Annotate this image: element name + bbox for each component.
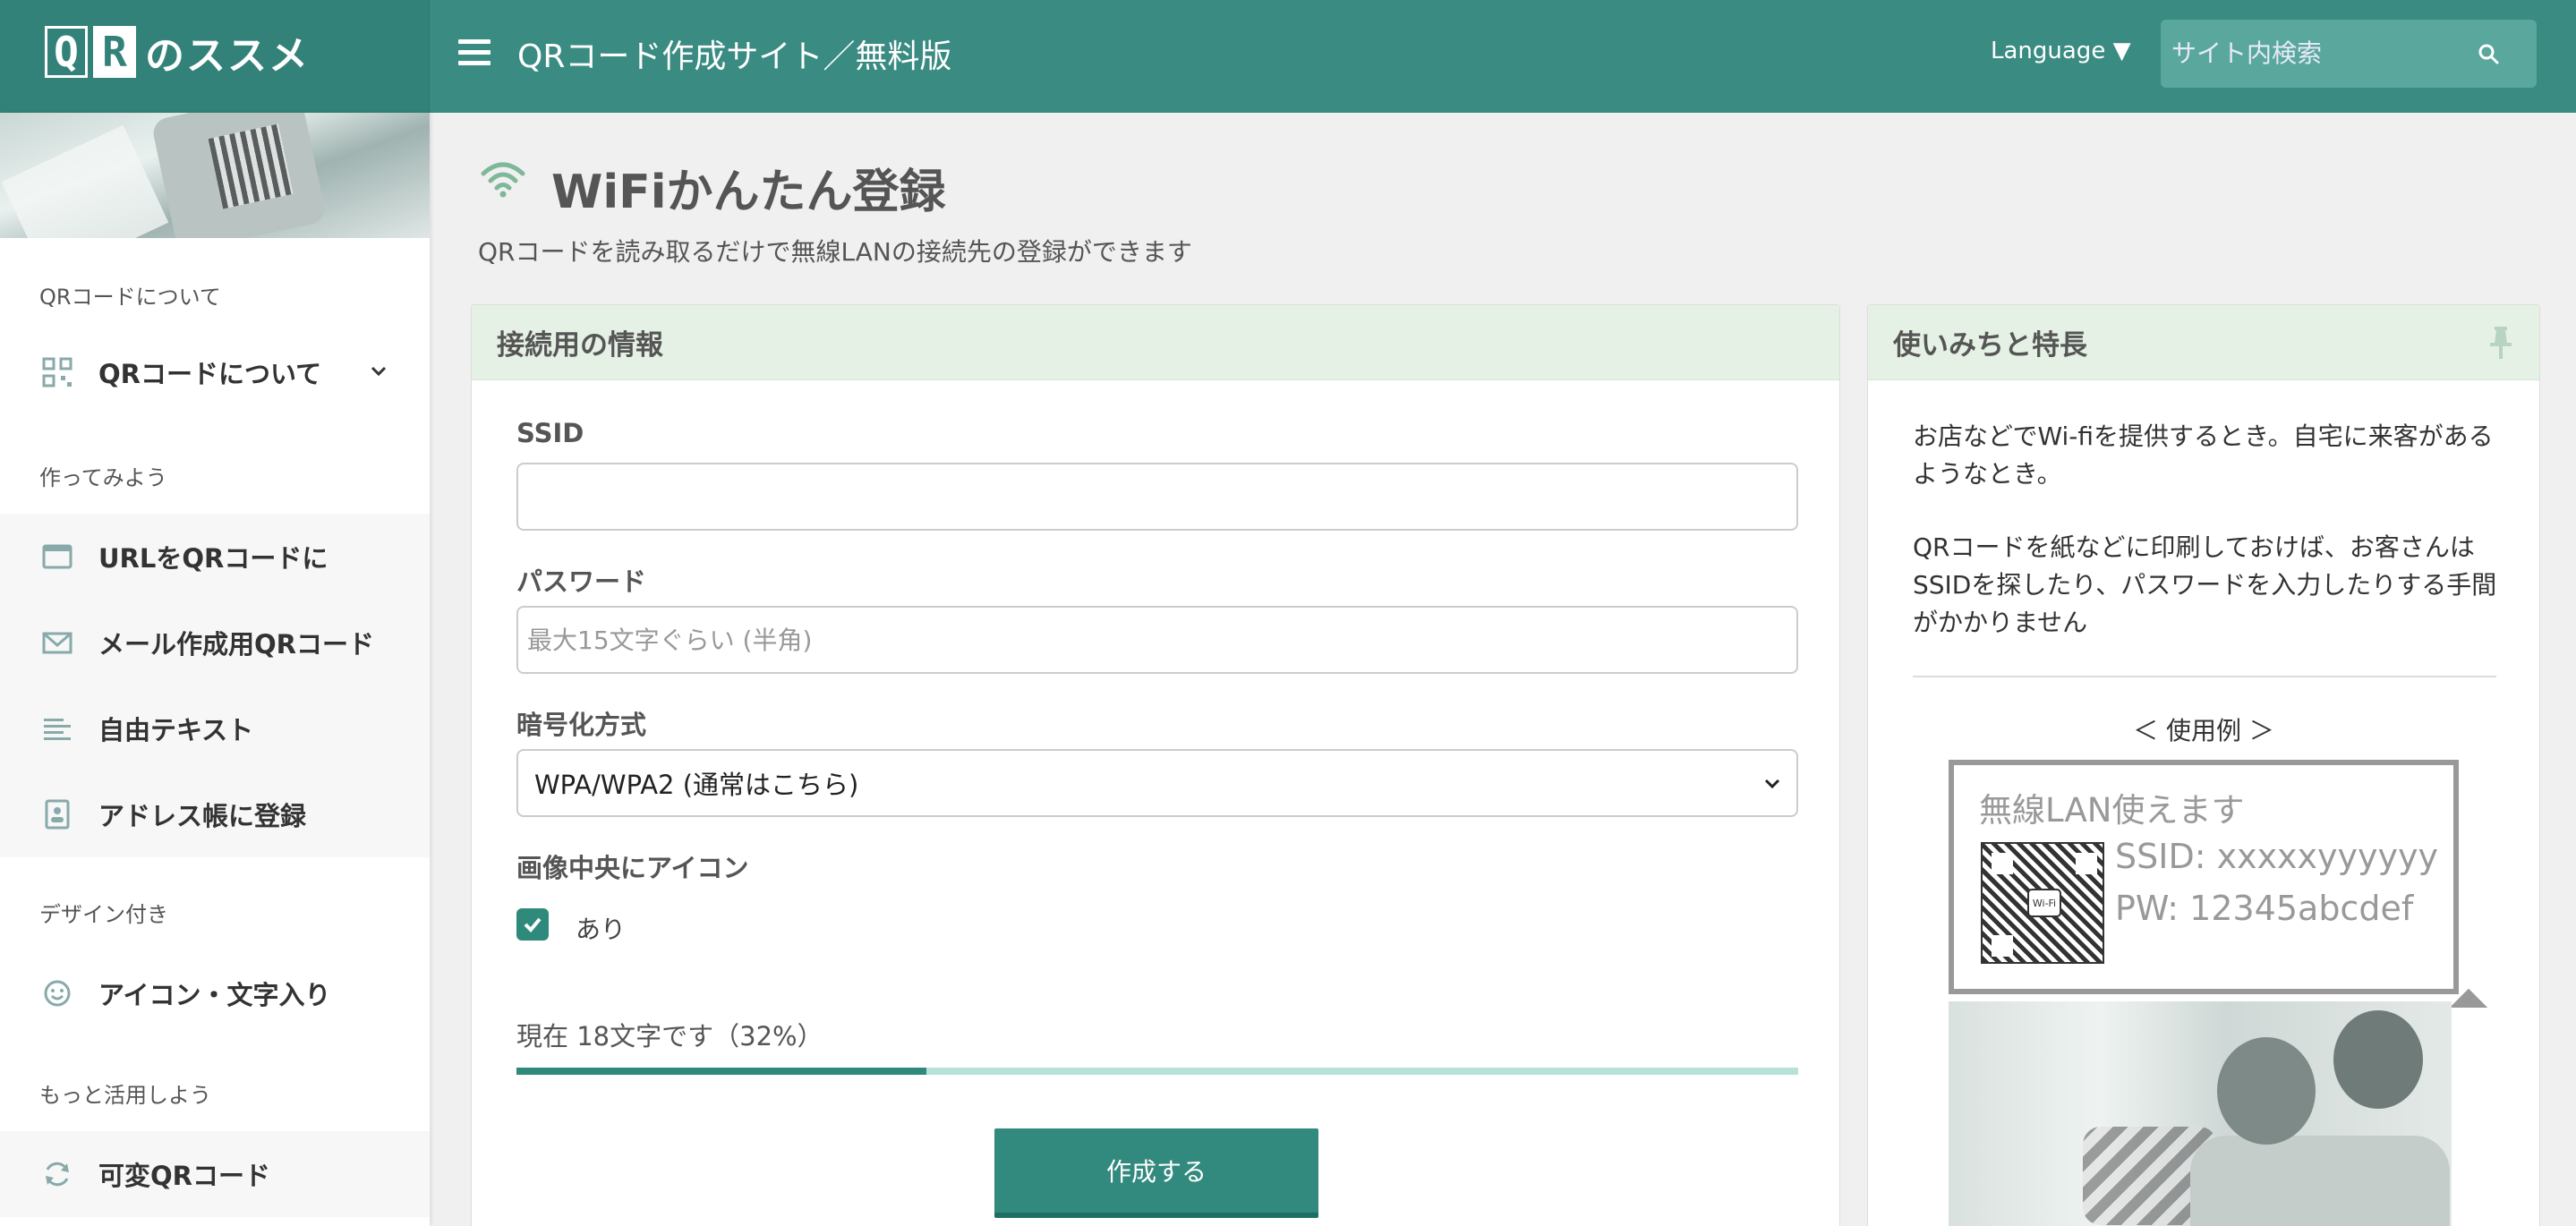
logo-letter-r: R	[93, 26, 136, 78]
password-input[interactable]	[516, 606, 1798, 674]
ssid-input[interactable]	[516, 463, 1798, 531]
text-lines-icon	[44, 719, 71, 740]
sidebar-section-title: もっと活用しよう	[39, 1083, 211, 1108]
encryption-select[interactable]: WPA/WPA2 (通常はこちら)	[516, 749, 1798, 817]
sidebar-item-label: メール作成用QRコード	[98, 629, 374, 660]
create-button[interactable]: 作成する	[994, 1128, 1318, 1218]
password-label: パスワード	[516, 566, 647, 597]
hamburger-menu-icon[interactable]	[458, 39, 490, 68]
sidebar-section-title: デザイン付き	[39, 902, 168, 927]
chevron-down-icon[interactable]	[369, 362, 388, 381]
usage-features-card: 使いみちと特長 お店などでWi-fiを提供するとき。自宅に来客があるようなとき。…	[1867, 304, 2540, 1226]
usage-paragraph-1: お店などでWi-fiを提供するとき。自宅に来客があるようなとき。	[1913, 421, 2494, 489]
qr-icon	[42, 357, 73, 387]
ssid-label: SSID	[516, 418, 584, 448]
capacity-progress-fill	[516, 1068, 927, 1075]
logo-area: Q R のススメ	[0, 0, 430, 113]
smiley-icon	[44, 980, 71, 1007]
sidebar: QRコードについて QRコードについて 作ってみよう URLをQRコードに メー…	[0, 113, 430, 1226]
sidebar-item-label: 可変QRコード	[98, 1161, 270, 1191]
wifi-badge-icon: Wi-Fi	[2027, 889, 2061, 917]
card-header: 接続用の情報	[472, 305, 1839, 380]
sidebar-item-icon-text[interactable]: アイコン・文字入り	[0, 950, 430, 1036]
language-selector[interactable]: Language ▼	[1991, 38, 2131, 64]
chevron-down-icon	[1764, 779, 1780, 789]
sidebar-item-label: QRコードについて	[98, 359, 322, 389]
sample-card-heading: 無線LAN使えます	[1979, 791, 2245, 830]
sample-qr-code: Wi-Fi	[1981, 842, 2104, 964]
sidebar-section-title: 作ってみよう	[39, 465, 167, 490]
connection-info-card: 接続用の情報 SSID パスワード 暗号化方式 WPA/WPA2 (通常はこちら…	[471, 304, 1840, 1226]
top-bar: Q R のススメ QRコード作成サイト／無料版 Language ▼	[0, 0, 2576, 113]
pin-icon[interactable]	[2487, 325, 2514, 361]
checkmark-icon	[524, 917, 542, 932]
contact-card-icon	[45, 799, 70, 830]
sidebar-section-title: QRコードについて	[39, 285, 221, 310]
character-count-status: 現在 18文字です（32%）	[516, 1021, 823, 1051]
center-icon-label: 画像中央にアイコン	[516, 853, 749, 883]
example-title: ＜ 使用例 ＞	[2133, 716, 2274, 745]
divider	[1913, 676, 2496, 677]
page-fold-corner	[2449, 988, 2488, 1027]
sidebar-item-label: 自由テキスト	[98, 715, 254, 745]
capacity-progress-bar	[516, 1068, 1798, 1075]
logo-text: のススメ	[145, 33, 310, 79]
wifi-badge-text: Wi-Fi	[2032, 897, 2057, 909]
site-logo[interactable]: Q R のススメ	[45, 23, 328, 81]
sidebar-item-dynamic-qr[interactable]: 可変QRコード	[0, 1131, 430, 1217]
wifi-icon	[481, 162, 525, 198]
sidebar-item-address-book[interactable]: アドレス帳に登録	[0, 771, 430, 857]
envelope-icon	[42, 632, 73, 654]
encryption-label: 暗号化方式	[516, 710, 647, 740]
search-input[interactable]	[2171, 32, 2467, 73]
sidebar-item-url[interactable]: URLをQRコードに	[0, 514, 430, 600]
sidebar-item-about-qr[interactable]: QRコードについて	[0, 329, 430, 415]
sidebar-item-mail[interactable]: メール作成用QRコード	[0, 600, 430, 685]
search-icon[interactable]	[2476, 41, 2501, 66]
sidebar-banner-image	[0, 113, 430, 238]
card-header-title: 使いみちと特長	[1893, 329, 2087, 362]
logo-letter-q: Q	[45, 26, 88, 78]
refresh-icon	[46, 1162, 69, 1187]
site-title[interactable]: QRコード作成サイト／無料版	[517, 30, 951, 77]
page-title: WiFiかんたん登録	[551, 166, 946, 219]
center-icon-checkbox[interactable]	[516, 908, 549, 941]
usage-photo	[1949, 1001, 2452, 1226]
browser-window-icon	[42, 544, 73, 569]
usage-paragraph-2: QRコードを紙などに印刷しておけば、お客さんはSSIDを探したり、パスワードを入…	[1913, 532, 2497, 637]
page-subtitle: QRコードを読み取るだけで無線LANの接続先の登録ができます	[478, 237, 1192, 267]
card-header: 使いみちと特長	[1868, 305, 2539, 380]
sidebar-item-label: アドレス帳に登録	[98, 801, 307, 831]
encryption-selected-value: WPA/WPA2 (通常はこちら)	[534, 770, 859, 800]
sidebar-item-label: URLをQRコードに	[98, 543, 328, 574]
sample-password: PW: 12345abcdef	[2115, 889, 2414, 928]
sample-ssid: SSID: xxxxxyyyyyy	[2115, 837, 2438, 876]
sidebar-item-label: アイコン・文字入り	[98, 980, 331, 1010]
sidebar-item-free-text[interactable]: 自由テキスト	[0, 685, 430, 771]
center-icon-checkbox-label[interactable]: あり	[576, 910, 626, 946]
sample-wifi-card-image: 無線LAN使えます Wi-Fi SSID: xxxxxyyyyyy PW: 12…	[1949, 760, 2488, 1027]
